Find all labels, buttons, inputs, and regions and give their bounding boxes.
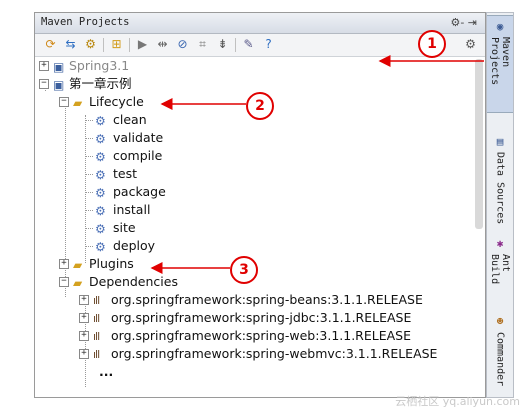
- annotation-arrows: [150, 55, 484, 274]
- callout-1: 1: [418, 30, 446, 58]
- callout-2: 2: [246, 92, 274, 120]
- callout-3: 3: [230, 256, 258, 284]
- watermark: 云栖社区 yq.aliyun.com: [395, 395, 520, 408]
